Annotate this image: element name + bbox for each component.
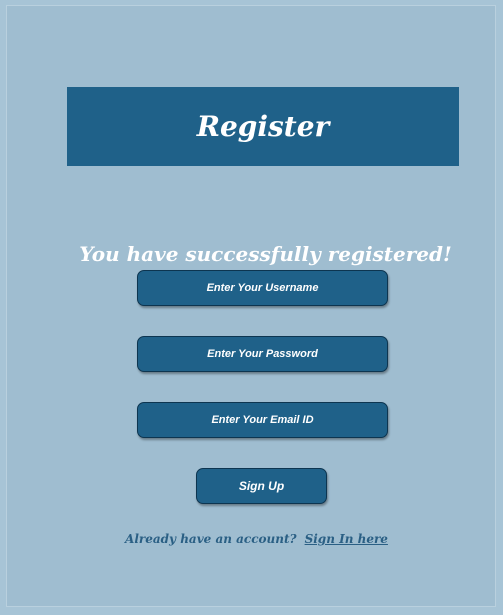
page-title: Register [196,110,330,143]
register-header: Register [67,87,459,166]
username-field[interactable]: Enter Your Username [137,270,388,306]
sign-in-link[interactable]: Sign In here [305,532,388,546]
sign-up-button[interactable]: Sign Up [196,468,327,504]
email-placeholder: Enter Your Email ID [211,414,314,426]
sign-up-label: Sign Up [238,479,285,493]
sign-in-prompt-text: Already have an account? [125,532,297,546]
password-field[interactable]: Enter Your Password [137,336,388,372]
success-message: You have successfully registered! [79,242,452,266]
password-placeholder: Enter Your Password [207,348,318,360]
email-field[interactable]: Enter Your Email ID [137,402,388,438]
username-placeholder: Enter Your Username [206,282,319,294]
sign-in-prompt: Already have an account? Sign In here [0,532,503,546]
